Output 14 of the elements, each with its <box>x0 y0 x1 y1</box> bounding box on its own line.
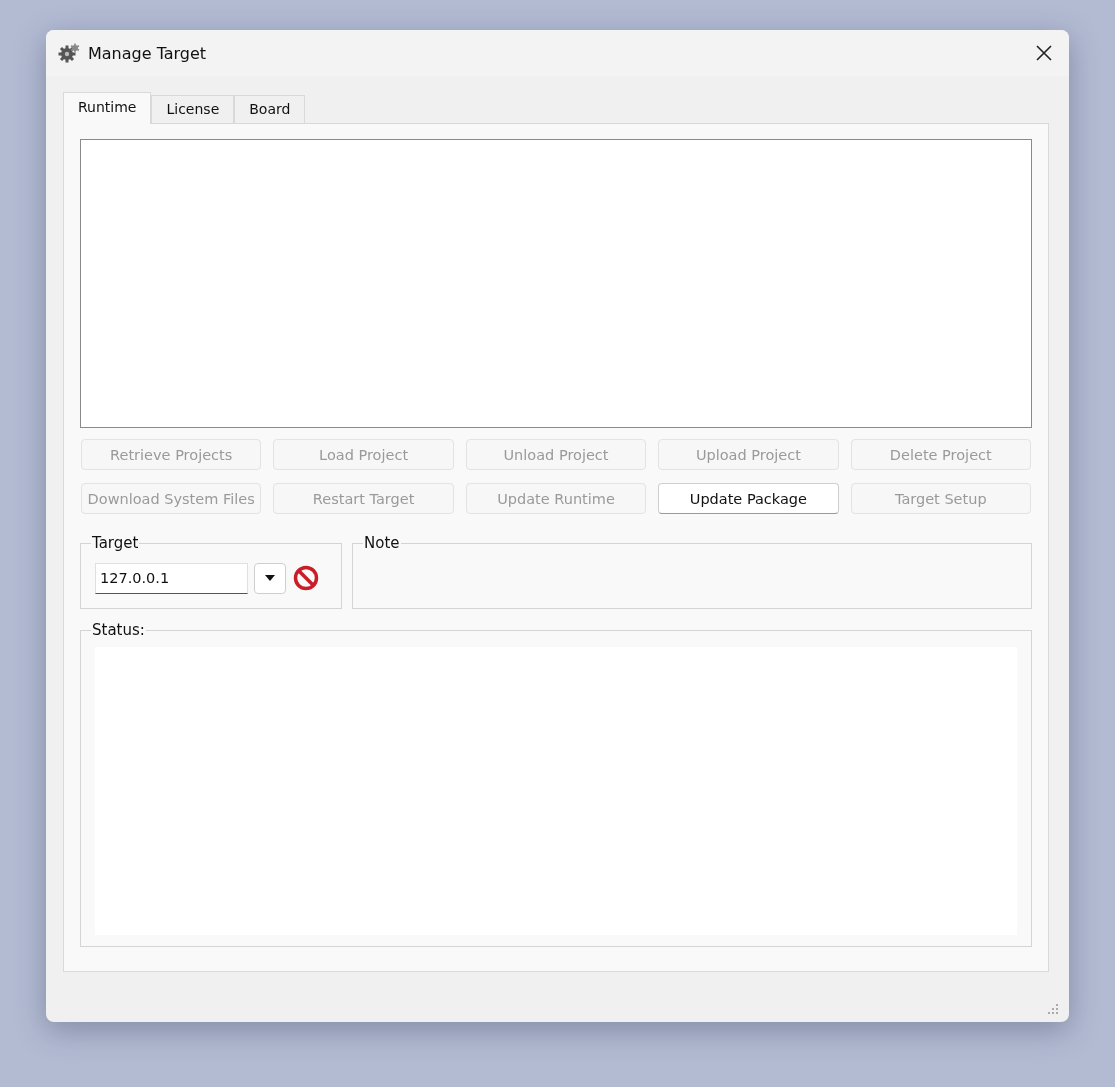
prohibited-icon[interactable] <box>292 564 320 592</box>
window-title: Manage Target <box>88 43 208 63</box>
resize-grip-icon[interactable] <box>1047 1004 1059 1016</box>
group-title: Note <box>363 534 401 552</box>
caret-icon <box>265 575 275 581</box>
tab[interactable]: License <box>151 95 235 123</box>
group-title: Status: <box>91 621 146 639</box>
gear-icon <box>58 43 80 63</box>
action-button[interactable]: Update Package <box>658 483 839 514</box>
group-title: Target <box>91 534 140 552</box>
tab[interactable]: Board <box>234 95 306 123</box>
dropdown-button[interactable] <box>254 562 286 594</box>
tab[interactable]: Runtime <box>63 92 152 124</box>
target-address-field[interactable]: 127.0.0.1 <box>95 562 248 594</box>
